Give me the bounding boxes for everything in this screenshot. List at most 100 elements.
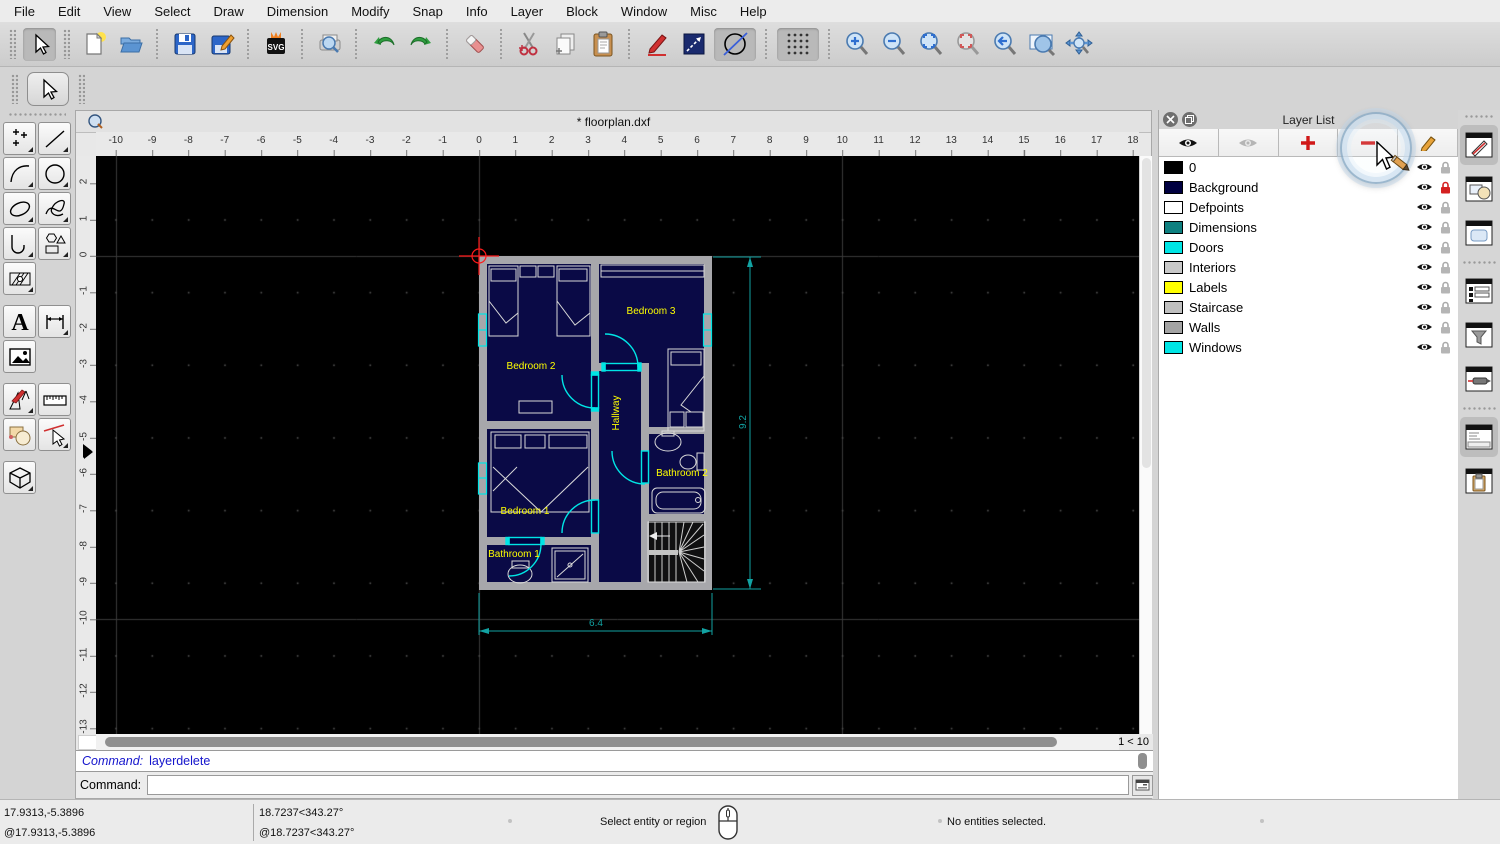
drawing-window-titlebar[interactable]: * floorplan.dxf: [76, 111, 1151, 133]
action-toolbar-grip2[interactable]: [78, 73, 85, 104]
layer-row[interactable]: 0: [1159, 157, 1458, 177]
command-input[interactable]: [147, 775, 1130, 795]
layer-visibility-icon[interactable]: [1416, 181, 1433, 193]
dock-clipboard-button[interactable]: [1460, 461, 1498, 501]
menu-view[interactable]: View: [103, 4, 131, 19]
close-panel-button[interactable]: [1163, 112, 1178, 127]
new-file-button[interactable]: [77, 28, 110, 61]
layer-lock-icon[interactable]: [1440, 161, 1451, 174]
paste-button[interactable]: [586, 28, 619, 61]
zoom-auto-button[interactable]: [914, 28, 947, 61]
drawing-canvas[interactable]: Bedroom 2 Bedroom 3 Bedroom 1 Bathroom 1…: [96, 156, 1139, 734]
zoom-previous-button[interactable]: [951, 28, 984, 61]
toolbar-grip[interactable]: [9, 29, 16, 59]
zoom-pan-button[interactable]: [1062, 28, 1095, 61]
svg-export-button[interactable]: SVG: [259, 28, 292, 61]
arc-tool[interactable]: [3, 157, 36, 190]
text-tool[interactable]: A: [3, 305, 36, 338]
menu-file[interactable]: File: [14, 4, 35, 19]
menu-help[interactable]: Help: [740, 4, 767, 19]
menu-dimension[interactable]: Dimension: [267, 4, 328, 19]
layer-row[interactable]: Labels: [1159, 277, 1458, 297]
action-toolbar-grip[interactable]: [11, 73, 18, 104]
redo-button[interactable]: [404, 28, 437, 61]
measure-tool[interactable]: [38, 383, 71, 416]
modify-tool[interactable]: [3, 383, 36, 416]
menu-info[interactable]: Info: [466, 4, 488, 19]
panel-expander-arrow[interactable]: [83, 444, 92, 458]
keyboard-toggle-button[interactable]: [1132, 774, 1153, 796]
layer-visibility-icon[interactable]: [1416, 221, 1433, 233]
shapes-tool[interactable]: [38, 227, 71, 260]
layer-lock-icon[interactable]: [1440, 321, 1451, 334]
layer-row[interactable]: Dimensions: [1159, 217, 1458, 237]
add-layer-button[interactable]: [1278, 129, 1339, 156]
layer-row[interactable]: Defpoints: [1159, 197, 1458, 217]
image-tool[interactable]: [3, 340, 36, 373]
hide-all-layers-button[interactable]: [1218, 129, 1279, 156]
line-tool[interactable]: [38, 122, 71, 155]
layer-visibility-icon[interactable]: [1416, 201, 1433, 213]
dock-pen-palette-button[interactable]: [1460, 359, 1498, 399]
copy-button[interactable]: [549, 28, 582, 61]
undock-panel-button[interactable]: [1182, 112, 1197, 127]
menu-window[interactable]: Window: [621, 4, 667, 19]
undo-button[interactable]: [367, 28, 400, 61]
menu-edit[interactable]: Edit: [58, 4, 80, 19]
layer-lock-icon[interactable]: [1440, 281, 1451, 294]
history-scrollbar[interactable]: [1138, 753, 1147, 769]
vertical-scrollbar[interactable]: [1139, 156, 1152, 734]
menu-misc[interactable]: Misc: [690, 4, 717, 19]
open-file-button[interactable]: [114, 28, 147, 61]
zoom-window-button[interactable]: [1025, 28, 1058, 61]
menu-select[interactable]: Select: [154, 4, 190, 19]
polyline-tool[interactable]: [3, 227, 36, 260]
eraser-button[interactable]: [458, 28, 491, 61]
block-tool[interactable]: [3, 461, 36, 494]
dock-pen-widget-button[interactable]: [1460, 125, 1498, 165]
layer-visibility-icon[interactable]: [1416, 301, 1433, 313]
save-button[interactable]: [168, 28, 201, 61]
menu-layer[interactable]: Layer: [511, 4, 544, 19]
dock-block-widget-button[interactable]: [1460, 169, 1498, 209]
zoom-in-button[interactable]: [840, 28, 873, 61]
cut-button[interactable]: [512, 28, 545, 61]
zoom-out-button[interactable]: [877, 28, 910, 61]
layer-visibility-icon[interactable]: [1416, 281, 1433, 293]
dock-layer-list-button[interactable]: [1460, 271, 1498, 311]
layer-row[interactable]: Walls: [1159, 317, 1458, 337]
show-all-layers-button[interactable]: [1159, 129, 1219, 156]
layer-lock-icon[interactable]: [1440, 201, 1451, 214]
palette-grip[interactable]: [8, 112, 66, 118]
layer-lock-icon[interactable]: [1440, 301, 1451, 314]
menu-modify[interactable]: Modify: [351, 4, 389, 19]
select-button[interactable]: [23, 27, 56, 61]
layer-row[interactable]: Interiors: [1159, 257, 1458, 277]
draw-line-button[interactable]: [677, 28, 710, 61]
zoom-back-button[interactable]: [988, 28, 1021, 61]
delete-tool[interactable]: [38, 418, 71, 451]
layer-visibility-icon[interactable]: [1416, 261, 1433, 273]
grid-toggle-button[interactable]: [777, 27, 819, 61]
current-action-select-button[interactable]: [27, 71, 69, 106]
save-as-button[interactable]: [205, 28, 238, 61]
layer-visibility-icon[interactable]: [1416, 161, 1433, 173]
layer-visibility-icon[interactable]: [1416, 241, 1433, 253]
points-tool[interactable]: [3, 122, 36, 155]
toolbar-grip2[interactable]: [63, 29, 70, 59]
edit-layer-button[interactable]: [1398, 129, 1458, 156]
vscroll-thumb[interactable]: [1142, 158, 1151, 468]
horizontal-scrollbar[interactable]: [96, 734, 1119, 750]
edit-pen-button[interactable]: [640, 28, 673, 61]
spline-tool[interactable]: [38, 192, 71, 225]
hatch-tool[interactable]: [3, 262, 36, 295]
layer-row[interactable]: Windows: [1159, 337, 1458, 357]
dimension-tool[interactable]: [38, 305, 71, 338]
circle-tool[interactable]: [38, 157, 71, 190]
dock-library-widget-button[interactable]: [1460, 213, 1498, 253]
layer-row[interactable]: Doors: [1159, 237, 1458, 257]
print-preview-button[interactable]: [313, 28, 346, 61]
dock-filter-button[interactable]: [1460, 315, 1498, 355]
layer-lock-icon[interactable]: [1440, 261, 1451, 274]
layer-visibility-icon[interactable]: [1416, 341, 1433, 353]
